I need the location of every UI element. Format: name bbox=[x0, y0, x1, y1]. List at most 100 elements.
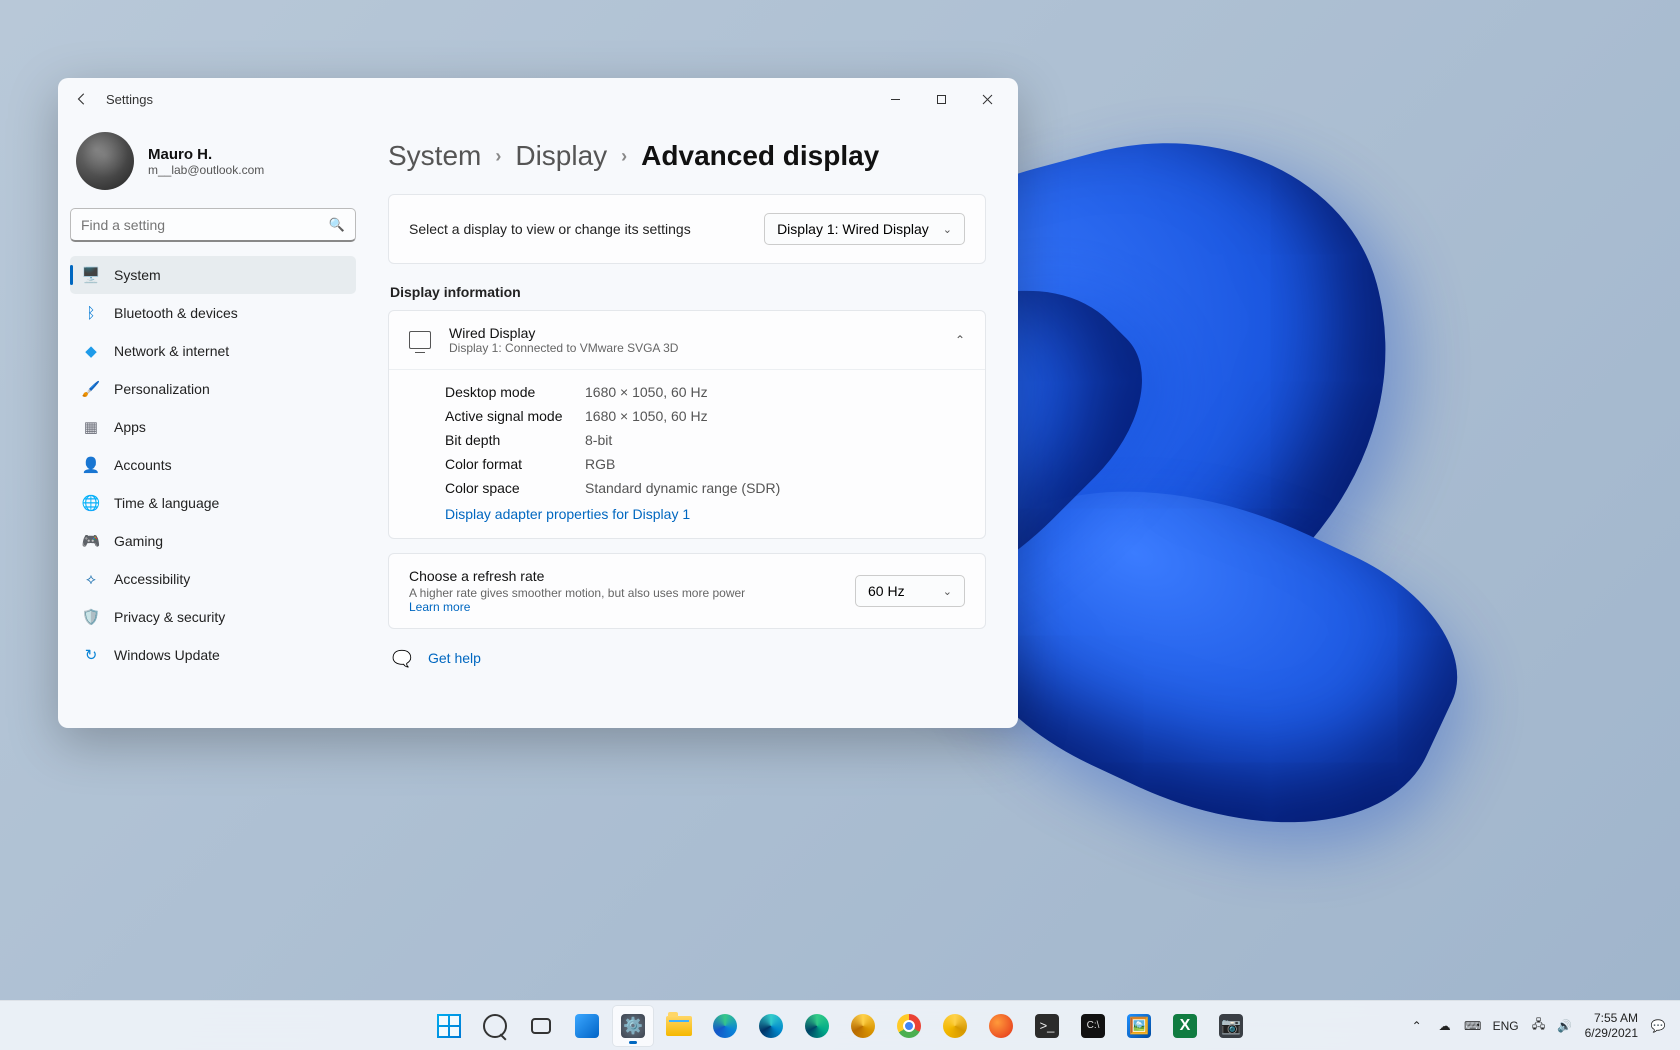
search-box[interactable]: 🔍 bbox=[70, 208, 356, 242]
display-sub: Display 1: Connected to VMware SVGA 3D bbox=[449, 341, 678, 355]
nav-icon: ↻ bbox=[82, 646, 100, 664]
task-view-button[interactable] bbox=[521, 1006, 561, 1046]
sidebar-item-gaming[interactable]: 🎮Gaming bbox=[70, 522, 356, 560]
edge-canary-app[interactable] bbox=[843, 1006, 883, 1046]
sidebar-item-privacy-security[interactable]: 🛡️Privacy & security bbox=[70, 598, 356, 636]
app-icon: >_ bbox=[1034, 1013, 1060, 1039]
sidebar-item-label: System bbox=[114, 267, 161, 283]
select-display-prompt: Select a display to view or change its s… bbox=[409, 221, 691, 237]
chevron-right-icon: › bbox=[495, 146, 501, 167]
camera-app[interactable]: 📷 bbox=[1211, 1006, 1251, 1046]
refresh-title: Choose a refresh rate bbox=[409, 568, 769, 584]
sidebar-item-label: Accounts bbox=[114, 457, 172, 473]
app-icon bbox=[942, 1013, 968, 1039]
breadcrumb-system[interactable]: System bbox=[388, 140, 481, 172]
user-profile[interactable]: Mauro H. m__lab@outlook.com bbox=[70, 124, 356, 208]
get-help-link[interactable]: Get help bbox=[428, 650, 481, 666]
terminal-app[interactable]: >_ bbox=[1027, 1006, 1067, 1046]
display-info-card: Wired Display Display 1: Connected to VM… bbox=[388, 310, 986, 539]
detail-row: Active signal mode1680 × 1050, 60 Hz bbox=[445, 404, 965, 428]
sidebar-item-label: Gaming bbox=[114, 533, 163, 549]
section-title-display-info: Display information bbox=[390, 284, 986, 300]
breadcrumb-display[interactable]: Display bbox=[515, 140, 607, 172]
tray-status-group[interactable]: 🖧 🔊 bbox=[1531, 1018, 1573, 1034]
widgets-button[interactable] bbox=[567, 1006, 607, 1046]
search-icon: 🔍 bbox=[329, 217, 345, 233]
app-icon bbox=[988, 1013, 1014, 1039]
app-icon: X bbox=[1172, 1013, 1198, 1039]
app-icon bbox=[482, 1013, 508, 1039]
back-button[interactable] bbox=[66, 83, 98, 115]
search-button[interactable] bbox=[475, 1006, 515, 1046]
chrome-canary-app[interactable] bbox=[935, 1006, 975, 1046]
content-pane: System › Display › Advanced display Sele… bbox=[368, 120, 1018, 728]
settings-app[interactable]: ⚙️ bbox=[613, 1006, 653, 1046]
tray-chevron-icon[interactable]: ⌃ bbox=[1409, 1018, 1425, 1034]
edge-app[interactable] bbox=[705, 1006, 745, 1046]
detail-row: Desktop mode1680 × 1050, 60 Hz bbox=[445, 380, 965, 404]
keyboard-icon[interactable]: ⌨ bbox=[1465, 1018, 1481, 1034]
sidebar-item-network-internet[interactable]: ◆Network & internet bbox=[70, 332, 356, 370]
nav-icon: ᛒ bbox=[82, 304, 100, 322]
detail-row: Bit depth8-bit bbox=[445, 428, 965, 452]
clock-time: 7:55 AM bbox=[1585, 1011, 1638, 1026]
sidebar-item-apps[interactable]: ▦ Apps bbox=[70, 408, 356, 446]
sidebar: Mauro H. m__lab@outlook.com 🔍 🖥️SystemᛒB… bbox=[58, 120, 368, 728]
sidebar-item-personalization[interactable]: 🖌️ Personalization bbox=[70, 370, 356, 408]
sidebar-item-label: Network & internet bbox=[114, 343, 229, 359]
help-row: 🗨️ Get help bbox=[388, 649, 986, 667]
display-info-header[interactable]: Wired Display Display 1: Connected to VM… bbox=[389, 311, 985, 369]
sidebar-item-label: Personalization bbox=[114, 381, 210, 397]
nav-icon: ▦ bbox=[82, 418, 100, 436]
onedrive-icon[interactable]: ☁ bbox=[1437, 1018, 1453, 1034]
chrome-app[interactable] bbox=[889, 1006, 929, 1046]
close-button[interactable] bbox=[964, 83, 1010, 115]
sidebar-item-system[interactable]: 🖥️System bbox=[70, 256, 356, 294]
clock-date: 6/29/2021 bbox=[1585, 1026, 1638, 1041]
language-indicator[interactable]: ENG bbox=[1493, 1019, 1519, 1033]
sidebar-item-bluetooth-devices[interactable]: ᛒBluetooth & devices bbox=[70, 294, 356, 332]
photos-app[interactable]: 🖼️ bbox=[1119, 1006, 1159, 1046]
edge-dev-app[interactable] bbox=[751, 1006, 791, 1046]
nav-icon: 👤 bbox=[82, 456, 100, 474]
maximize-button[interactable] bbox=[918, 83, 964, 115]
minimize-button[interactable] bbox=[872, 83, 918, 115]
learn-more-link[interactable]: Learn more bbox=[409, 600, 470, 614]
clock[interactable]: 7:55 AM 6/29/2021 bbox=[1585, 1011, 1638, 1041]
sidebar-item-accessibility[interactable]: ⟡Accessibility bbox=[70, 560, 356, 598]
sidebar-item-label: Windows Update bbox=[114, 647, 220, 663]
detail-label: Color space bbox=[445, 480, 585, 496]
refresh-rate-value: 60 Hz bbox=[868, 583, 905, 599]
chevron-down-icon: ⌄ bbox=[943, 223, 952, 236]
app-icon: 🖼️ bbox=[1126, 1013, 1152, 1039]
settings-window: Settings Mauro H. m__lab@outlook.com 🔍 🖥… bbox=[58, 78, 1018, 728]
sidebar-item-time-language[interactable]: 🌐 Time & language bbox=[70, 484, 356, 522]
avatar bbox=[76, 132, 134, 190]
start-button[interactable] bbox=[429, 1006, 469, 1046]
sidebar-item-accounts[interactable]: 👤 Accounts bbox=[70, 446, 356, 484]
breadcrumb: System › Display › Advanced display bbox=[388, 140, 986, 172]
firefox-app[interactable] bbox=[981, 1006, 1021, 1046]
nav-icon: 🖌️ bbox=[82, 380, 100, 398]
refresh-rate-dropdown[interactable]: 60 Hz ⌄ bbox=[855, 575, 965, 607]
display-selector-dropdown[interactable]: Display 1: Wired Display ⌄ bbox=[764, 213, 965, 245]
sidebar-item-label: Apps bbox=[114, 419, 146, 435]
display-details: Desktop mode1680 × 1050, 60 HzActive sig… bbox=[389, 369, 985, 538]
search-input[interactable] bbox=[81, 217, 329, 233]
display-name: Wired Display bbox=[449, 325, 678, 341]
chevron-up-icon: ⌃ bbox=[955, 333, 965, 347]
edge-beta-app[interactable] bbox=[797, 1006, 837, 1046]
network-icon: 🖧 bbox=[1531, 1018, 1547, 1034]
volume-icon: 🔊 bbox=[1557, 1018, 1573, 1034]
notifications-icon[interactable]: 💬 bbox=[1650, 1018, 1666, 1034]
adapter-properties-link[interactable]: Display adapter properties for Display 1 bbox=[445, 500, 690, 524]
cmd-app[interactable]: C:\ bbox=[1073, 1006, 1113, 1046]
file-explorer-app[interactable] bbox=[659, 1006, 699, 1046]
detail-label: Active signal mode bbox=[445, 408, 585, 424]
excel-app[interactable]: X bbox=[1165, 1006, 1205, 1046]
app-icon bbox=[850, 1013, 876, 1039]
nav-icon: 🌐 bbox=[82, 494, 100, 512]
sidebar-item-label: Time & language bbox=[114, 495, 219, 511]
sidebar-item-windows-update[interactable]: ↻ Windows Update bbox=[70, 636, 356, 674]
app-icon bbox=[666, 1013, 692, 1039]
